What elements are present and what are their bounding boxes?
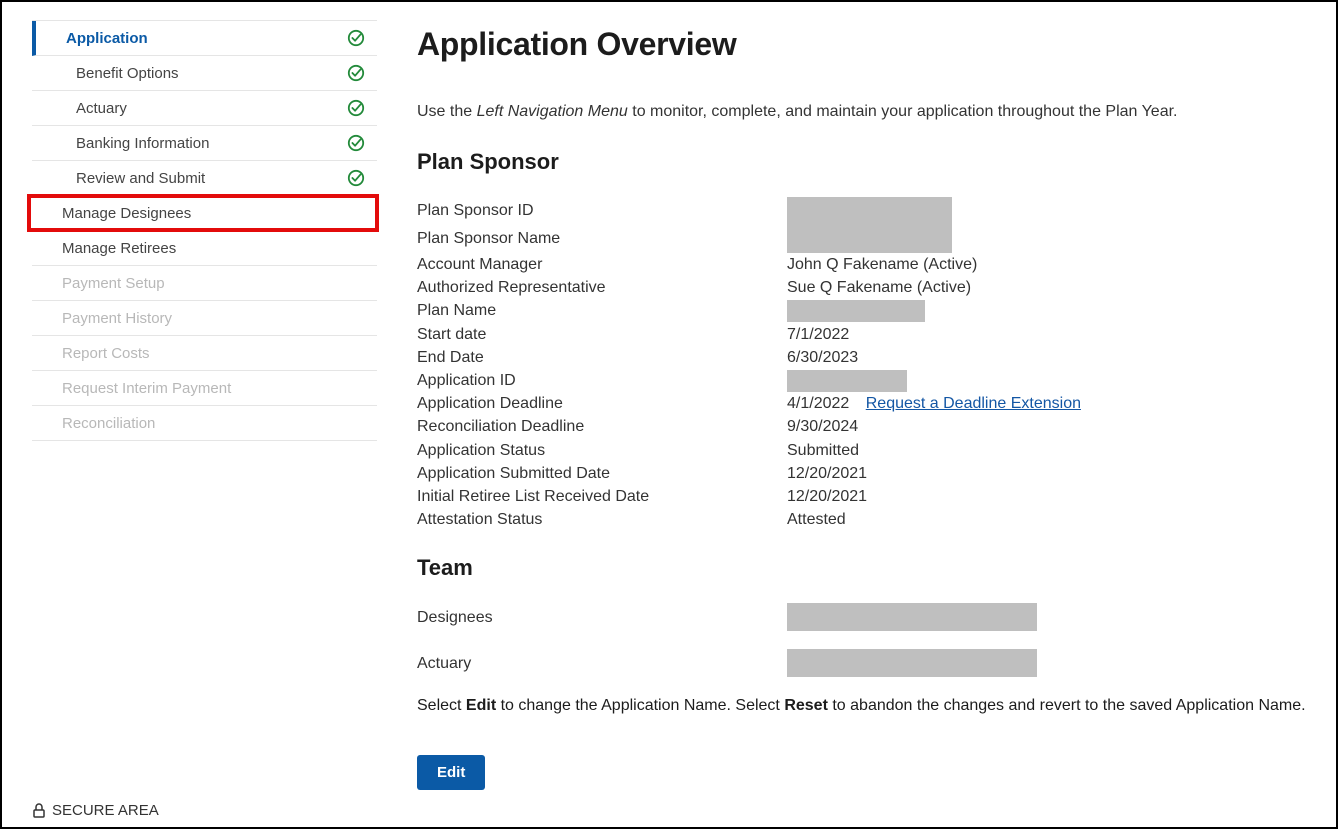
nav-application[interactable]: Application [32, 21, 377, 56]
value: John Q Fakename (Active) [787, 253, 977, 276]
row-plan-sponsor-id: Plan Sponsor ID [417, 197, 1306, 225]
redacted-value [787, 197, 952, 225]
nav-reconciliation: Reconciliation [32, 406, 377, 441]
secure-area-indicator: SECURE AREA [32, 802, 159, 819]
nav-manage-retirees[interactable]: Manage Retirees [32, 231, 377, 266]
row-designees: Designees [417, 603, 1306, 631]
row-application-deadline: Application Deadline 4/1/2022 Request a … [417, 392, 1306, 415]
label: Plan Name [417, 299, 787, 322]
plan-sponsor-heading: Plan Sponsor [417, 149, 1306, 175]
label: Authorized Representative [417, 276, 787, 299]
row-plan-sponsor-name: Plan Sponsor Name [417, 225, 1306, 253]
nav-label: Actuary [76, 100, 127, 117]
nav-actuary[interactable]: Actuary [32, 91, 377, 126]
nav-label: Payment Setup [62, 275, 165, 292]
nav-review-and-submit[interactable]: Review and Submit [32, 161, 377, 196]
label: Application Submitted Date [417, 462, 787, 485]
value: Sue Q Fakename (Active) [787, 276, 971, 299]
nav-payment-setup: Payment Setup [32, 266, 377, 301]
redacted-value [787, 370, 907, 392]
nav-payment-history: Payment History [32, 301, 377, 336]
check-icon [345, 64, 367, 82]
label: Designees [417, 606, 787, 629]
value: 4/1/2022 [787, 395, 849, 412]
nav-request-interim-payment: Request Interim Payment [32, 371, 377, 406]
nav-manage-designees[interactable]: Manage Designees [32, 196, 377, 231]
check-icon [345, 134, 367, 152]
value: 12/20/2021 [787, 462, 867, 485]
redacted-value [787, 225, 952, 253]
row-initial-retiree-list-received-date: Initial Retiree List Received Date 12/20… [417, 485, 1306, 508]
edit-note: Select Edit to change the Application Na… [417, 697, 1306, 715]
nav-banking-information[interactable]: Banking Information [32, 126, 377, 161]
row-start-date: Start date 7/1/2022 [417, 323, 1306, 346]
value: 6/30/2023 [787, 346, 858, 369]
row-authorized-rep: Authorized Representative Sue Q Fakename… [417, 276, 1306, 299]
row-end-date: End Date 6/30/2023 [417, 346, 1306, 369]
value: Attested [787, 508, 846, 531]
team-heading: Team [417, 555, 1306, 581]
nav-label: Banking Information [76, 135, 209, 152]
nav-label: Payment History [62, 310, 172, 327]
row-attestation-status: Attestation Status Attested [417, 508, 1306, 531]
label: Application Deadline [417, 392, 787, 415]
label: Actuary [417, 652, 787, 675]
redacted-value [787, 649, 1037, 677]
nav-label: Request Interim Payment [62, 380, 231, 397]
label: End Date [417, 346, 787, 369]
nav-label: Manage Designees [62, 205, 191, 222]
value: 7/1/2022 [787, 323, 849, 346]
redacted-value [787, 603, 1037, 631]
nav-report-costs: Report Costs [32, 336, 377, 371]
edit-button[interactable]: Edit [417, 755, 485, 790]
request-deadline-extension-link[interactable]: Request a Deadline Extension [866, 395, 1081, 412]
secure-area-label: SECURE AREA [52, 802, 159, 819]
nav-label: Reconciliation [62, 415, 155, 432]
row-application-status: Application Status Submitted [417, 439, 1306, 462]
lock-icon [32, 803, 46, 819]
label: Plan Sponsor Name [417, 227, 787, 250]
nav-benefit-options[interactable]: Benefit Options [32, 56, 377, 91]
label: Initial Retiree List Received Date [417, 485, 787, 508]
label: Application ID [417, 369, 787, 392]
label: Reconciliation Deadline [417, 415, 787, 438]
redacted-value [787, 300, 925, 322]
value: 9/30/2024 [787, 415, 858, 438]
label: Attestation Status [417, 508, 787, 531]
check-icon [345, 169, 367, 187]
nav-label: Application [66, 30, 148, 47]
check-icon [345, 29, 367, 47]
intro-text: Use the Left Navigation Menu to monitor,… [417, 103, 1306, 121]
row-actuary: Actuary [417, 649, 1306, 677]
nav-label: Review and Submit [76, 170, 205, 187]
label: Start date [417, 323, 787, 346]
value: 12/20/2021 [787, 485, 867, 508]
left-nav: Application Benefit Options Actuary Bank… [32, 20, 377, 790]
row-plan-name: Plan Name [417, 299, 1306, 322]
nav-label: Report Costs [62, 345, 150, 362]
check-icon [345, 99, 367, 117]
row-application-submitted-date: Application Submitted Date 12/20/2021 [417, 462, 1306, 485]
page-title: Application Overview [417, 26, 1306, 63]
row-reconciliation-deadline: Reconciliation Deadline 9/30/2024 [417, 415, 1306, 438]
nav-label: Benefit Options [76, 65, 179, 82]
row-application-id: Application ID [417, 369, 1306, 392]
nav-label: Manage Retirees [62, 240, 176, 257]
label: Plan Sponsor ID [417, 199, 787, 222]
value: Submitted [787, 439, 859, 462]
row-account-manager: Account Manager John Q Fakename (Active) [417, 253, 1306, 276]
label: Account Manager [417, 253, 787, 276]
label: Application Status [417, 439, 787, 462]
